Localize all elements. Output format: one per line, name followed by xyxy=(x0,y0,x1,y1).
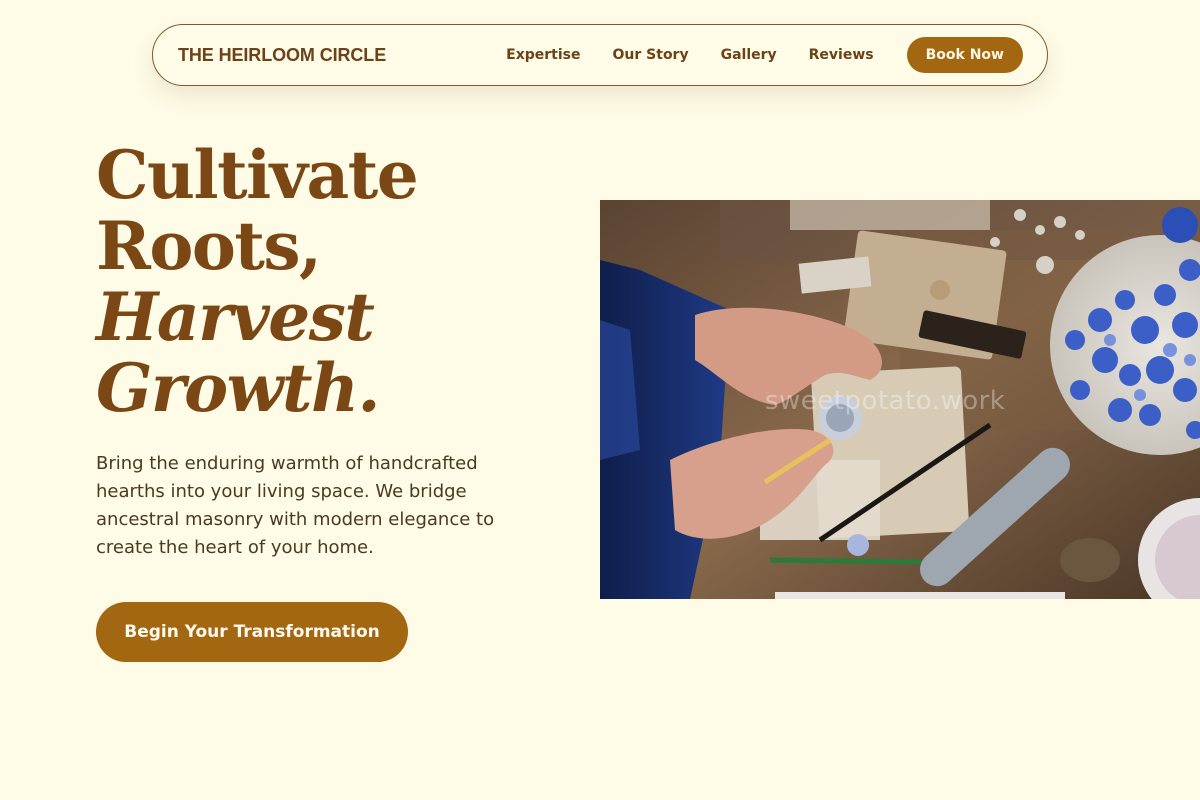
nav-link-our-story[interactable]: Our Story xyxy=(613,47,689,63)
nav-link-expertise[interactable]: Expertise xyxy=(506,47,580,63)
image-watermark: sweetpotato.work xyxy=(765,386,1006,416)
begin-transformation-button[interactable]: Begin Your Transformation xyxy=(96,602,408,662)
headline-line-3: Harvest xyxy=(96,278,375,356)
headline-line-1: Cultivate xyxy=(96,136,419,214)
top-navigation: THE HEIRLOOM CIRCLE Expertise Our Story … xyxy=(152,24,1048,86)
headline-line-2: Roots, xyxy=(96,207,322,285)
nav-link-gallery[interactable]: Gallery xyxy=(721,47,777,63)
hero-headline: Cultivate Roots, Harvest Growth. xyxy=(96,136,419,427)
nav-link-reviews[interactable]: Reviews xyxy=(809,47,874,63)
nav-links: Expertise Our Story Gallery Reviews Book… xyxy=(506,37,1023,73)
hero-description: Bring the enduring warmth of handcrafted… xyxy=(96,453,495,558)
page: THE HEIRLOOM CIRCLE Expertise Our Story … xyxy=(0,0,1200,800)
book-now-button[interactable]: Book Now xyxy=(906,37,1023,73)
hero-image: sweetpotato.work xyxy=(600,200,1200,599)
headline-line-4: Growth. xyxy=(96,349,380,427)
brand-logo-text[interactable]: THE HEIRLOOM CIRCLE xyxy=(178,45,386,66)
